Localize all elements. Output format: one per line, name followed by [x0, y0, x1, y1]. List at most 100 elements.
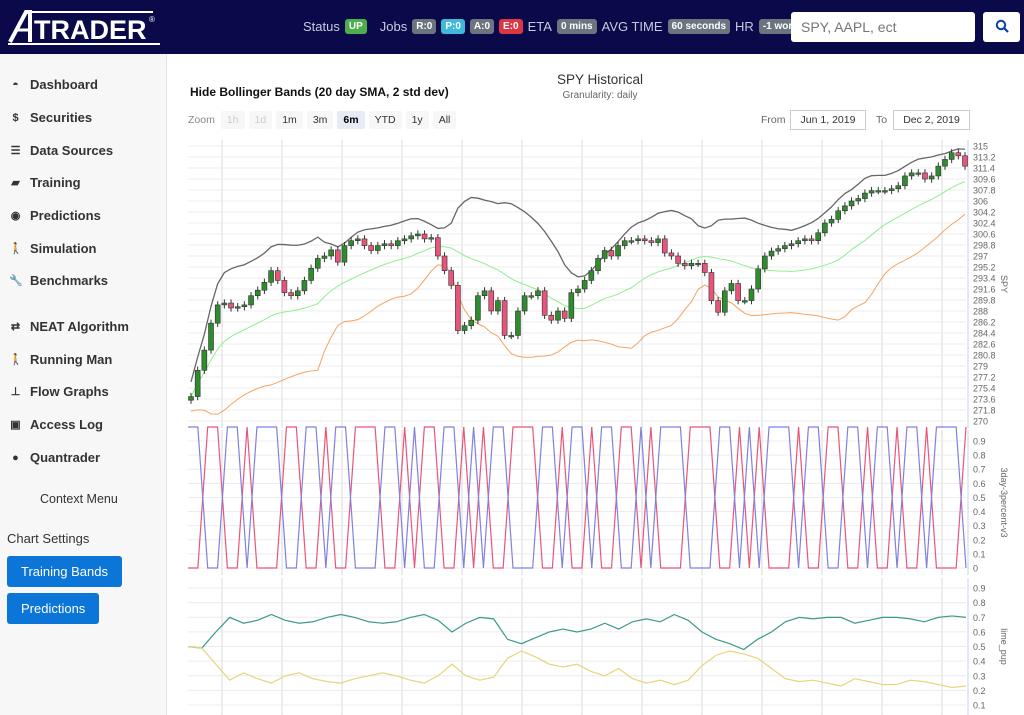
y-tick-label: 298.8	[973, 241, 996, 251]
bollinger-middle-band	[190, 181, 966, 397]
candle-body	[708, 272, 715, 301]
zoom-1m-button[interactable]: 1m	[276, 111, 303, 129]
candle-body	[395, 240, 401, 246]
to-date-input[interactable]: Dec 2, 2019	[893, 110, 970, 130]
search-input[interactable]	[791, 12, 975, 42]
candle-body	[822, 222, 828, 234]
sidebar-item-label: Flow Graphs	[30, 384, 109, 399]
candle-body	[448, 270, 455, 286]
zoom-1y-button[interactable]: 1y	[405, 111, 429, 129]
indicator-series-line	[187, 613, 967, 651]
y-axis-title: 3day-3percent-v3	[999, 467, 1009, 537]
y-tick-label: 270	[973, 417, 988, 427]
sidebar-item-label: Data Sources	[30, 143, 114, 158]
candle-body	[208, 322, 214, 351]
sidebar-item-label: NEAT Algorithm	[30, 319, 129, 334]
candle-body	[268, 270, 274, 283]
candle-body	[488, 290, 495, 312]
candle-body	[882, 190, 888, 193]
sidebar-item-predictions[interactable]: ◉ Predictions	[9, 208, 101, 223]
candle-body	[775, 248, 781, 252]
sidebar-item-training[interactable]: ▰ Training	[9, 175, 80, 190]
sidebar-item-securities[interactable]: $ Securities	[9, 110, 92, 125]
sidebar-item-benchmarks[interactable]: 🔧 Benchmarks	[9, 273, 108, 288]
training-bands-button[interactable]: Training Bands	[7, 556, 122, 587]
status-label: Status	[303, 19, 340, 34]
jobs-pending-badge: P:0	[441, 19, 465, 34]
candle-body	[828, 219, 835, 224]
y-tick-label: 280.8	[973, 351, 996, 361]
candle-body	[595, 258, 601, 271]
y-tick-label: 0.3	[973, 521, 986, 531]
candle-body	[475, 295, 481, 321]
candle-body	[782, 245, 788, 249]
sidebar-item-running-man[interactable]: 🚶 Running Man	[9, 352, 112, 367]
from-label: From	[761, 114, 786, 126]
candle-body	[802, 238, 808, 242]
candle-body	[194, 369, 201, 397]
sidebar-item-simulation[interactable]: 🚶 Simulation	[9, 241, 96, 256]
candle-body	[962, 155, 968, 167]
y-tick-label: 0.5	[973, 493, 986, 503]
candle-body	[568, 292, 575, 319]
candle-body	[234, 306, 241, 309]
predictions-button[interactable]: Predictions	[7, 593, 100, 624]
candle-body	[435, 237, 441, 257]
atrader-logo[interactable]: TRADER ®	[8, 8, 163, 46]
svg-text:TRADER: TRADER	[34, 15, 147, 45]
y-tick-label: 279	[973, 362, 988, 372]
zoom-1h-button[interactable]: 1h	[220, 111, 245, 129]
jobs-active-badge: A:0	[469, 19, 495, 34]
hr-label: HR	[735, 19, 754, 34]
sidebar-item-flow-graphs[interactable]: ⊥ Flow Graphs	[9, 384, 109, 399]
candle-body	[755, 268, 761, 290]
candle-body	[848, 200, 855, 207]
y-tick-label: 0.1	[973, 701, 986, 711]
candle-body	[728, 283, 735, 292]
zoom-3m-button[interactable]: 3m	[306, 111, 334, 129]
candle-body	[621, 240, 628, 246]
y-axis-title: SPY	[999, 275, 1009, 293]
zoom-label: Zoom	[188, 114, 215, 126]
jobs-running-badge: R:0	[412, 19, 437, 34]
from-date-input[interactable]: Jun 1, 2019	[790, 110, 866, 130]
zoom-ytd-button[interactable]: YTD	[368, 111, 402, 129]
database-icon: ☰	[10, 145, 21, 157]
y-tick-label: 297	[973, 252, 988, 262]
candle-body	[788, 243, 795, 246]
candle-body	[681, 263, 688, 267]
eta-label: ETA	[527, 19, 552, 34]
hide-bollinger-toggle[interactable]: Hide Bollinger Bands (20 day SMA, 2 std …	[190, 85, 449, 99]
candle-body	[615, 245, 621, 257]
sidebar-item-access-log[interactable]: ▣ Access Log	[9, 417, 103, 432]
candle-body	[495, 300, 501, 312]
y-tick-label: 0.4	[973, 657, 986, 667]
candle-body	[455, 285, 461, 331]
candle-body	[421, 233, 428, 240]
book-icon: ▰	[11, 177, 20, 189]
zoom-1d-button[interactable]: 1d	[248, 111, 273, 129]
candle-body	[254, 289, 261, 297]
y-tick-label: 304.2	[973, 208, 996, 218]
zoom-6m-button[interactable]: 6m	[337, 111, 365, 129]
bollinger-lower-band	[190, 213, 966, 415]
candle-body	[314, 258, 321, 269]
candle-body	[668, 252, 675, 257]
y-tick-label: 0.8	[973, 451, 986, 461]
sidebar-item-data-sources[interactable]: ☰ Data Sources	[9, 143, 114, 158]
sidebar-item-dashboard[interactable]: ◓ Dashboard	[9, 77, 98, 92]
y-tick-label: 315	[973, 142, 988, 152]
candle-body	[468, 319, 475, 326]
sidebar-item-label: Simulation	[30, 241, 97, 256]
candle-body	[855, 198, 862, 202]
context-menu-heading: Context Menu	[40, 492, 118, 506]
candle-body	[815, 232, 822, 242]
candle-body	[942, 159, 948, 167]
candle-body	[214, 304, 221, 324]
zoom-all-button[interactable]: All	[432, 111, 457, 129]
sidebar-item-neat-algorithm[interactable]: ⇄ NEAT Algorithm	[9, 319, 129, 334]
search-button[interactable]	[983, 12, 1020, 42]
candle-body	[648, 240, 655, 243]
sidebar-item-quantrader[interactable]: ● Quantrader	[9, 450, 100, 465]
y-tick-label: 0.9	[973, 437, 986, 447]
